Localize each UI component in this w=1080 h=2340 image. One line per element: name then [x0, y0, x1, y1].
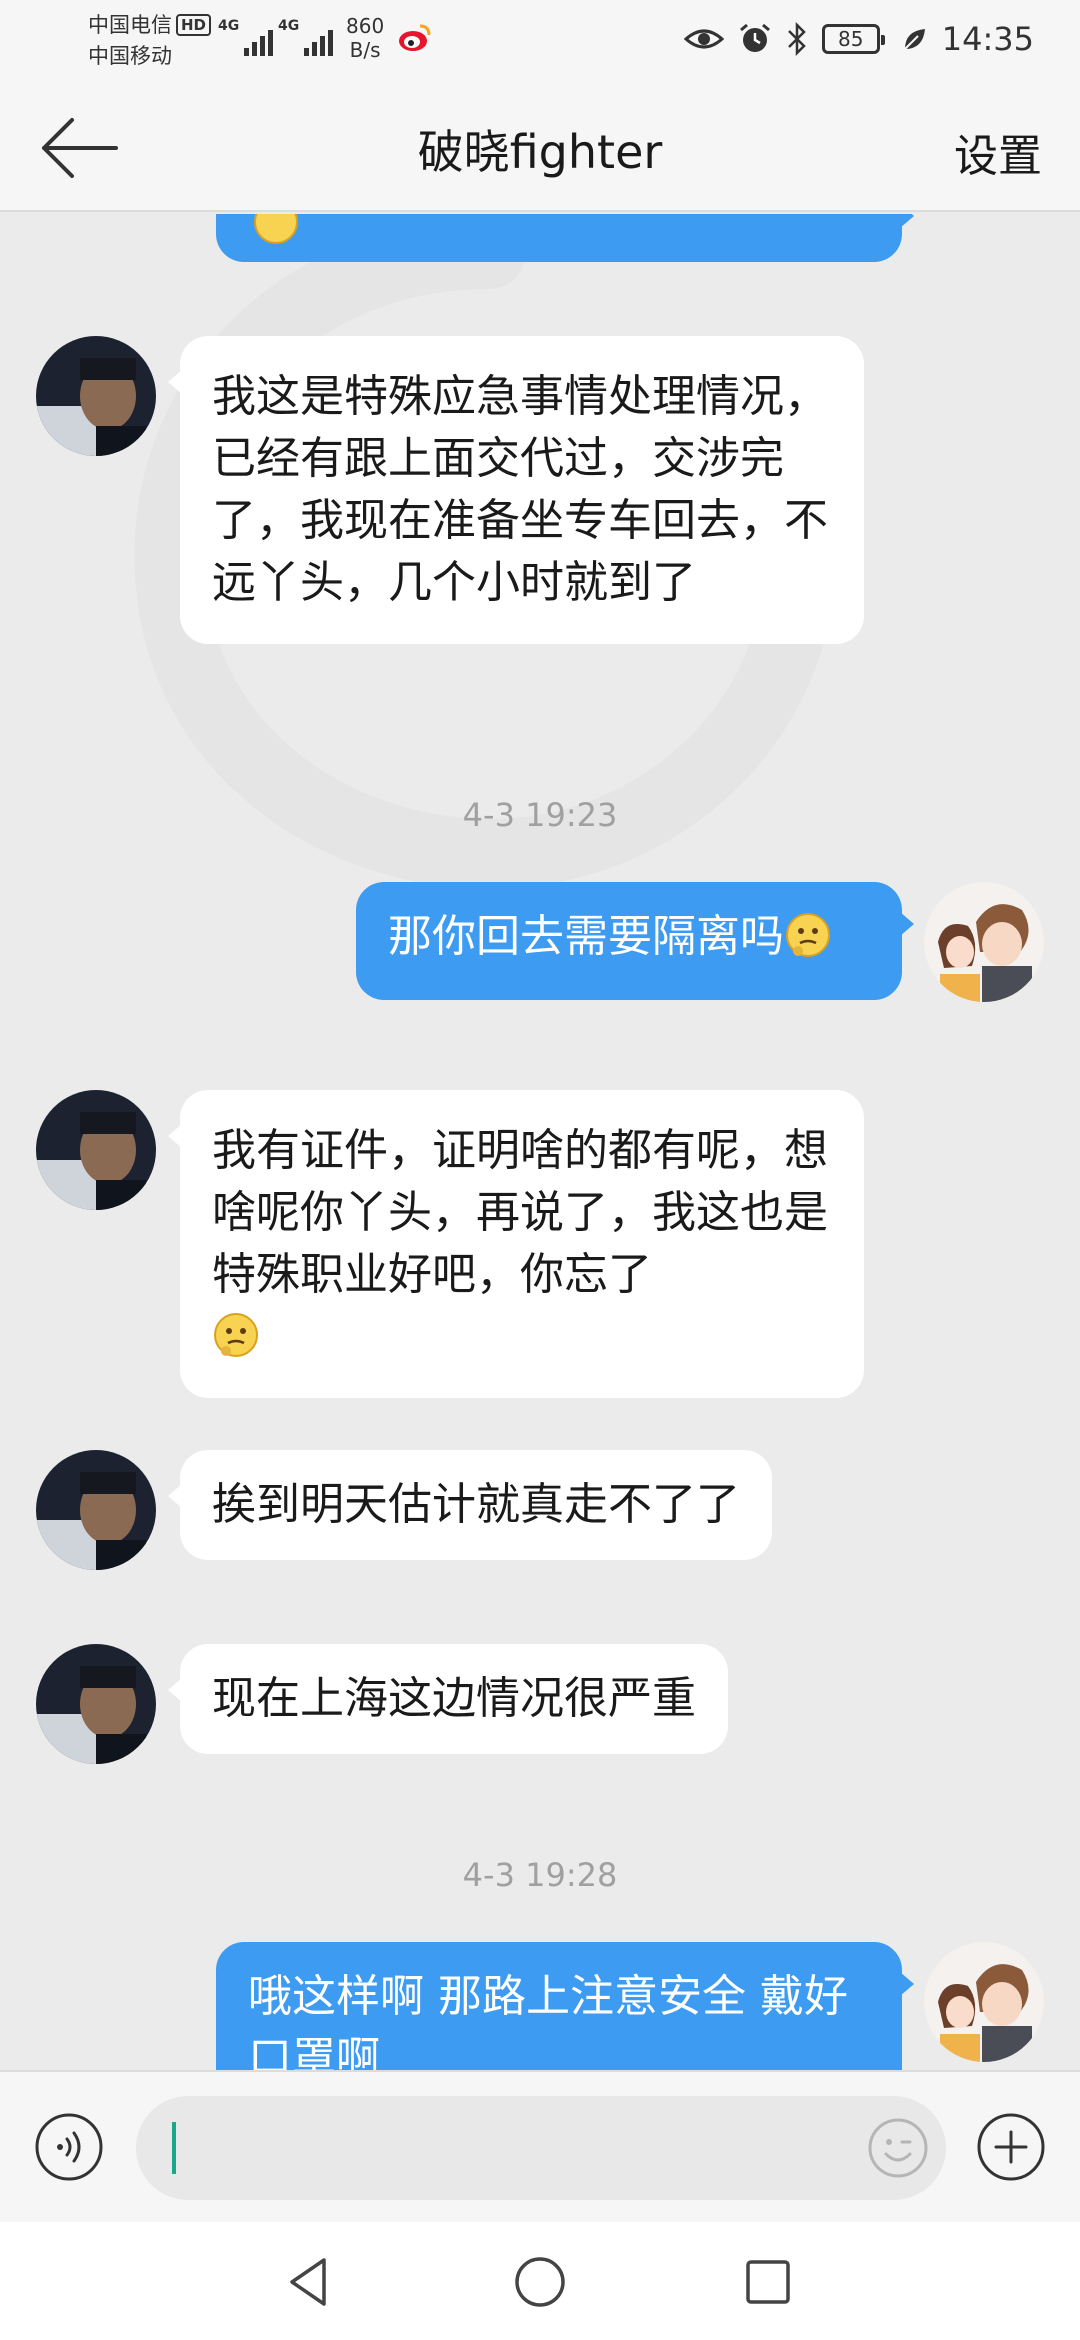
clock: 14:35: [941, 20, 1034, 58]
message-bubble-outgoing-partial[interactable]: [216, 214, 914, 262]
smiley-icon[interactable]: [866, 2116, 930, 2180]
message-list[interactable]: 我这是特殊应急事情处理情况，已经有跟上面交代过，交涉完了，我现在准备坐专车回去，…: [0, 214, 1080, 2070]
input-bar: [0, 2070, 1080, 2222]
carrier-2: 中国移动: [88, 44, 172, 68]
message-bubble-incoming[interactable]: 我有证件，证明啥的都有呢，想啥呢你丫头，再说了，我这也是特殊职业好吧，你忘了: [168, 1090, 864, 1398]
carrier-info: 中国电信 HD 中国移动: [88, 10, 212, 72]
navigation-bar: [0, 2222, 1080, 2340]
status-bar: 中国电信 HD 中国移动 4G 4G 860 B/s 85 14:35: [0, 0, 1080, 80]
timestamp: 4-3 19:23: [462, 796, 618, 834]
message-bubble-outgoing[interactable]: 哦这样啊 那路上注意安全 戴好口罩啊: [216, 1942, 914, 2070]
thinking-emoji: [786, 913, 830, 957]
message-bubble-outgoing[interactable]: 那你回去需要隔离吗: [356, 882, 914, 1000]
bluetooth-icon: [787, 22, 806, 56]
settings-button[interactable]: 设置: [954, 120, 1042, 184]
carrier-1: 中国电信: [88, 13, 172, 37]
signal-2-icon: 4G: [278, 18, 334, 56]
signal-1-icon: 4G: [218, 18, 274, 56]
thinking-emoji: [214, 1313, 258, 1357]
timestamp: 4-3 19:28: [462, 1856, 618, 1894]
alarm-icon: [739, 23, 770, 52]
circle-home-icon[interactable]: [510, 2252, 570, 2312]
voice-wave-icon[interactable]: [34, 2112, 104, 2182]
contact-name: 破晓fighter: [417, 125, 663, 179]
my-avatar[interactable]: [924, 882, 1044, 1002]
message-input[interactable]: [136, 2096, 946, 2200]
text-caret: [172, 2122, 176, 2174]
my-avatar[interactable]: [924, 1942, 1044, 2062]
chat-header: 破晓fighter 设置: [0, 80, 1080, 212]
contact-avatar[interactable]: [36, 1090, 156, 1210]
plus-circle-icon[interactable]: [976, 2112, 1046, 2182]
eye-icon: [683, 29, 724, 49]
contact-avatar[interactable]: [36, 336, 156, 456]
thinking-emoji: [254, 214, 298, 244]
net-speed: 860 B/s: [346, 14, 385, 62]
triangle-back-icon[interactable]: [280, 2252, 340, 2312]
message-bubble-incoming[interactable]: 挨到明天估计就真走不了了: [168, 1450, 772, 1560]
status-icons: 85 14:35: [683, 20, 1034, 58]
square-recents-icon[interactable]: [738, 2252, 798, 2312]
hd-badge: HD: [176, 14, 212, 36]
battery-icon: 85: [821, 24, 885, 54]
weibo-icon: [399, 24, 431, 51]
message-bubble-incoming[interactable]: 我这是特殊应急事情处理情况，已经有跟上面交代过，交涉完了，我现在准备坐专车回去，…: [168, 336, 864, 644]
contact-avatar[interactable]: [36, 1644, 156, 1764]
message-bubble-incoming[interactable]: 现在上海这边情况很严重: [168, 1644, 728, 1754]
contact-avatar[interactable]: [36, 1450, 156, 1570]
leaf-icon: [904, 29, 925, 50]
